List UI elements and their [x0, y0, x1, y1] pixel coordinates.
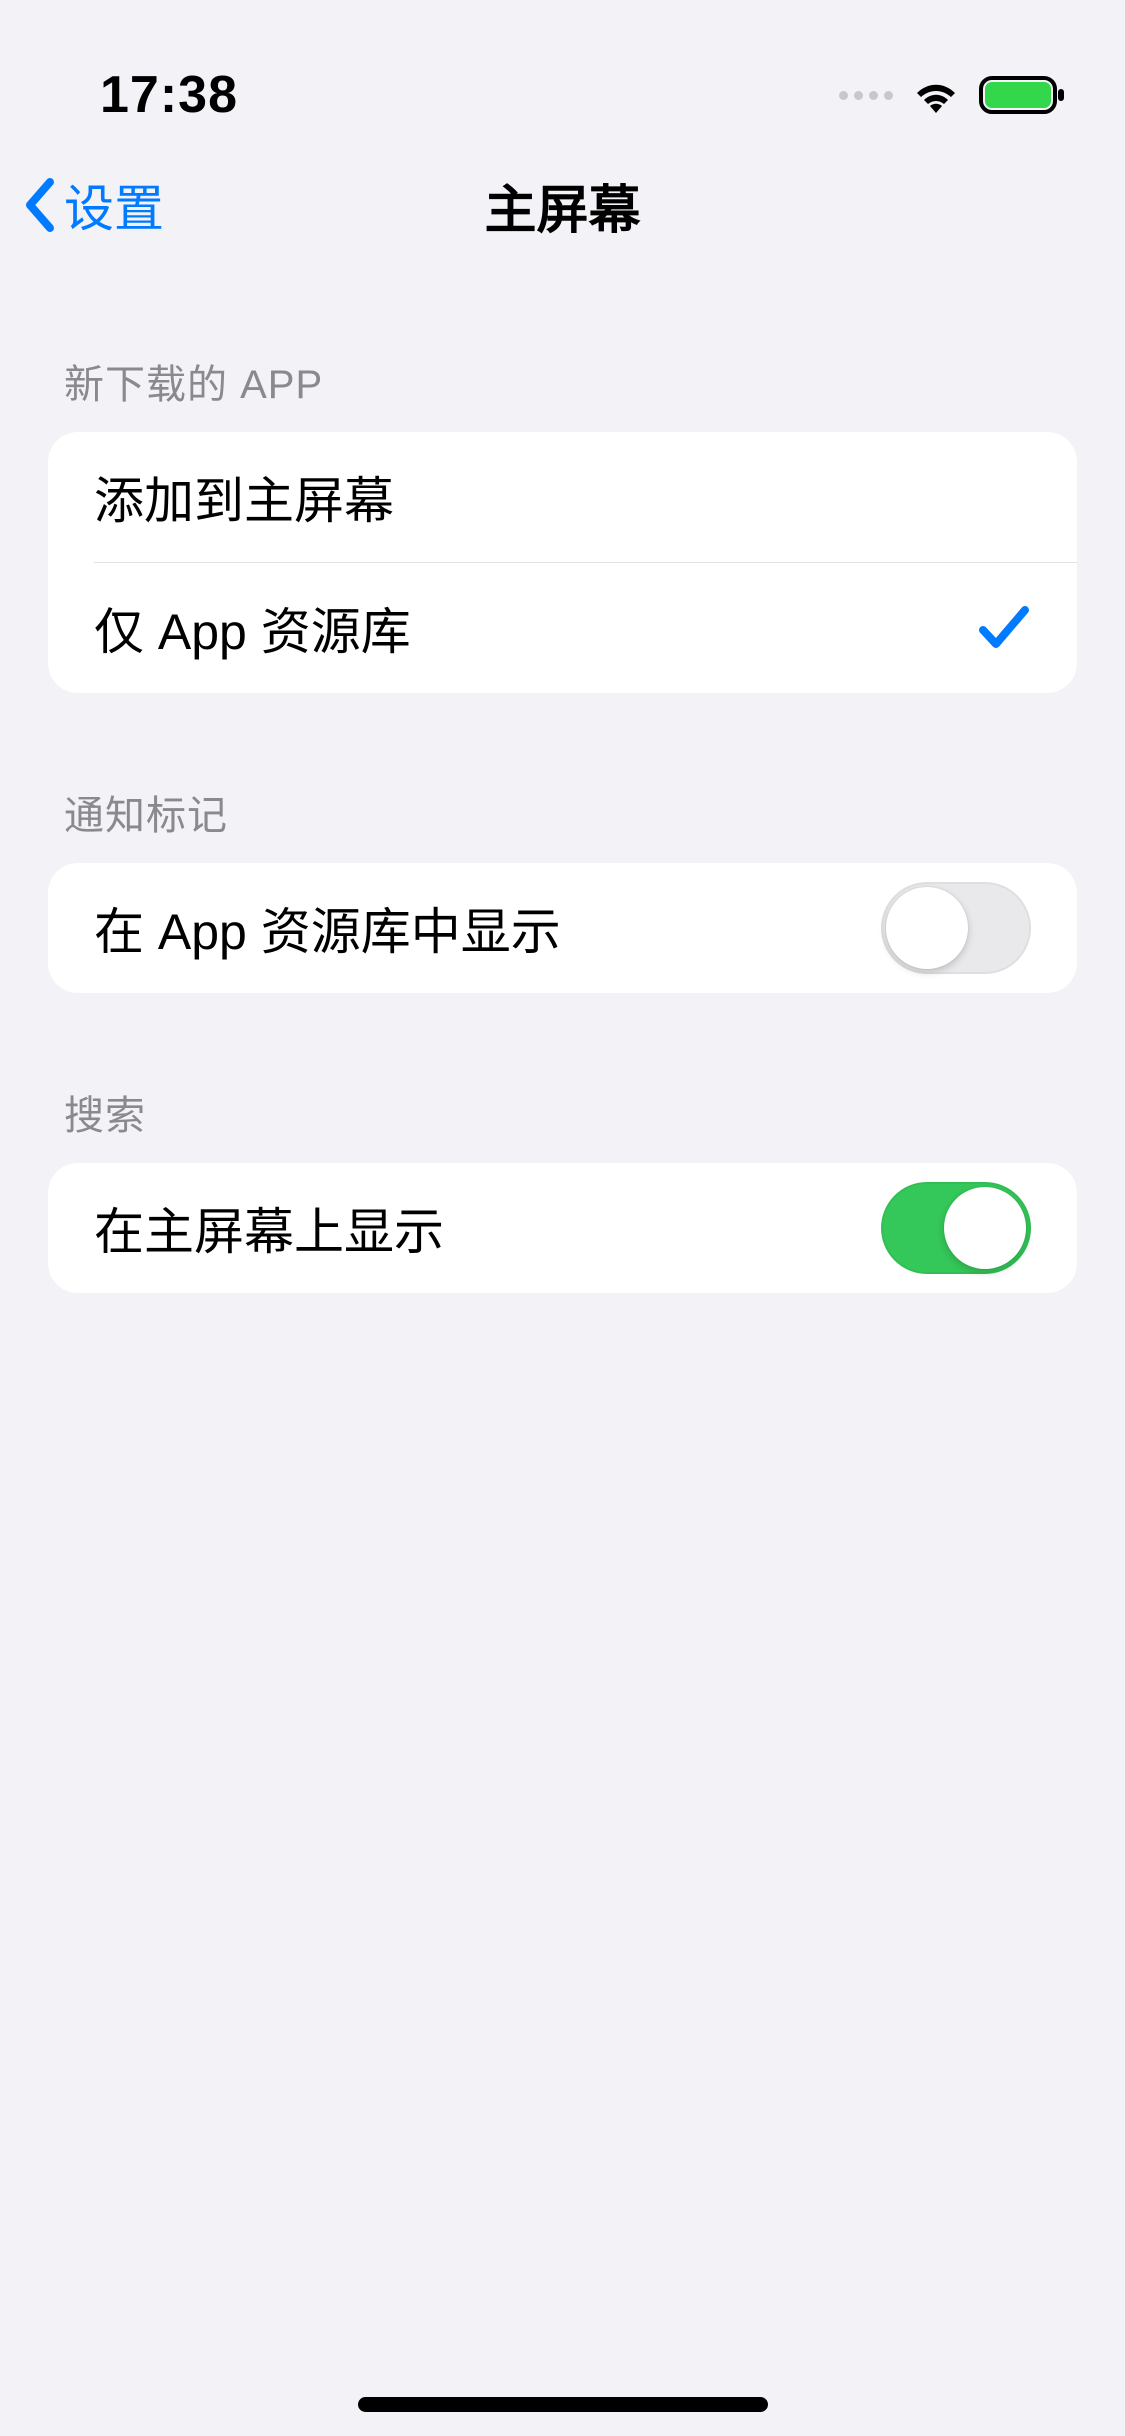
status-bar: 17:38 — [0, 0, 1125, 140]
status-right — [839, 74, 1065, 116]
section-header-search: 搜索 — [48, 1083, 1077, 1163]
back-label: 设置 — [64, 169, 164, 241]
row-show-on-home: 在主屏幕上显示 — [48, 1163, 1077, 1293]
home-indicator — [358, 2397, 768, 2412]
toggle-knob — [886, 887, 968, 969]
group-badges: 在 App 资源库中显示 — [48, 863, 1077, 993]
toggle-show-in-library[interactable] — [881, 882, 1031, 974]
chevron-left-icon — [20, 176, 58, 234]
section-header-badges: 通知标记 — [48, 783, 1077, 863]
section-header-new-apps: 新下载的 APP — [48, 352, 1077, 432]
section-new-apps: 新下载的 APP 添加到主屏幕 仅 App 资源库 — [48, 352, 1077, 693]
page-title: 主屏幕 — [0, 168, 1125, 243]
status-time: 17:38 — [100, 65, 238, 125]
group-search: 在主屏幕上显示 — [48, 1163, 1077, 1293]
option-label: 添加到主屏幕 — [94, 461, 394, 533]
back-button[interactable]: 设置 — [20, 169, 164, 241]
toggle-show-on-home[interactable] — [881, 1182, 1031, 1274]
group-new-apps: 添加到主屏幕 仅 App 资源库 — [48, 432, 1077, 693]
option-app-library-only[interactable]: 仅 App 资源库 — [48, 563, 1077, 693]
section-search: 搜索 在主屏幕上显示 — [48, 1083, 1077, 1293]
row-show-in-library: 在 App 资源库中显示 — [48, 863, 1077, 993]
cellular-dots-icon — [839, 91, 893, 100]
toggle-knob — [944, 1187, 1026, 1269]
row-label: 在 App 资源库中显示 — [94, 892, 561, 964]
wifi-icon — [911, 76, 961, 114]
checkmark-icon — [977, 604, 1031, 652]
nav-bar: 设置 主屏幕 — [0, 140, 1125, 270]
option-add-to-home[interactable]: 添加到主屏幕 — [48, 432, 1077, 562]
section-badges: 通知标记 在 App 资源库中显示 — [48, 783, 1077, 993]
battery-icon — [979, 74, 1065, 116]
option-label: 仅 App 资源库 — [94, 592, 411, 664]
row-label: 在主屏幕上显示 — [94, 1192, 444, 1264]
